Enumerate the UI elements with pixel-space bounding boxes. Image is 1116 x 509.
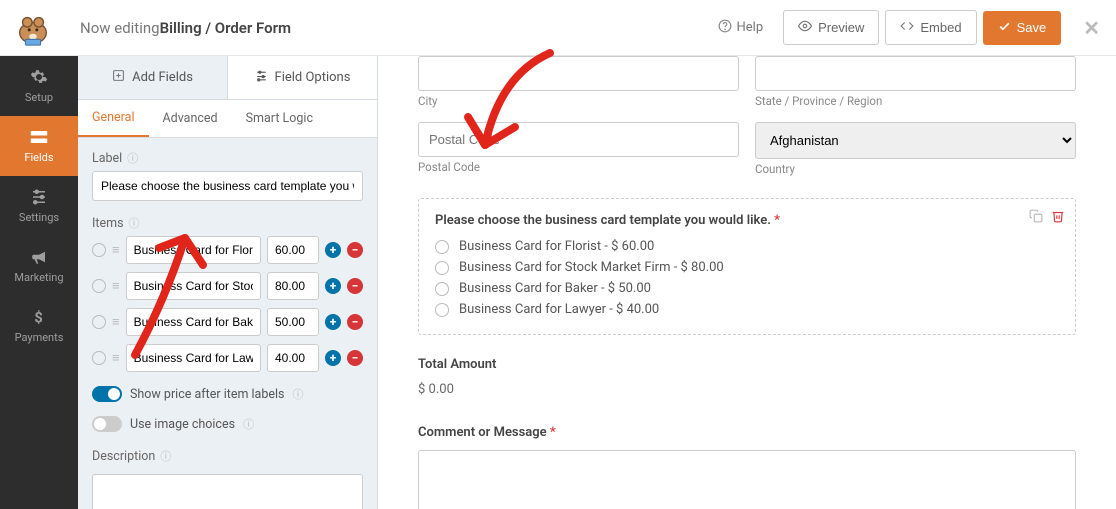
country-label: Country	[755, 162, 1076, 176]
nav-marketing[interactable]: Marketing	[0, 236, 78, 296]
template-choice-block[interactable]: Please choose the business card template…	[418, 198, 1076, 335]
radio-icon	[435, 261, 449, 275]
block-title: Please choose the business card template…	[435, 213, 1059, 228]
help-icon[interactable]: ⓘ	[127, 150, 138, 166]
use-image-toggle[interactable]	[92, 416, 122, 432]
remove-item-button[interactable]: −	[347, 242, 363, 258]
vertical-nav: Setup Fields Settings Marketing $ Paymen…	[0, 56, 78, 509]
option-item[interactable]: Business Card for Lawyer - $ 40.00	[435, 299, 1059, 320]
add-item-button[interactable]: +	[325, 350, 341, 366]
radio-icon	[435, 282, 449, 296]
drag-handle-icon[interactable]: ≡	[112, 280, 120, 293]
remove-item-button[interactable]: −	[347, 314, 363, 330]
help-link[interactable]: Help	[718, 19, 764, 37]
add-item-button[interactable]: +	[325, 242, 341, 258]
option-item[interactable]: Business Card for Baker - $ 50.00	[435, 278, 1059, 299]
show-price-label: Show price after item labels	[130, 387, 285, 402]
subtab-smart-logic[interactable]: Smart Logic	[232, 100, 327, 137]
megaphone-icon	[30, 248, 48, 266]
help-icon	[718, 19, 732, 37]
drag-handle-icon[interactable]: ≡	[112, 316, 120, 329]
country-select[interactable]: Afghanistan	[755, 122, 1076, 159]
item-price-input[interactable]	[267, 308, 319, 336]
check-icon	[998, 20, 1011, 36]
total-label: Total Amount	[418, 357, 1076, 372]
svg-text:$: $	[34, 308, 42, 326]
subtab-general[interactable]: General	[78, 100, 149, 137]
remove-item-button[interactable]: −	[347, 278, 363, 294]
help-icon[interactable]: ⓘ	[293, 386, 304, 402]
title-prefix: Now editing	[80, 19, 160, 37]
sliders-icon	[255, 69, 268, 86]
item-price-input[interactable]	[267, 272, 319, 300]
item-name-input[interactable]	[126, 236, 261, 264]
item-name-input[interactable]	[126, 344, 261, 372]
city-label: City	[418, 94, 739, 108]
comment-textarea[interactable]	[418, 450, 1076, 509]
subtab-advanced[interactable]: Advanced	[149, 100, 232, 137]
state-label: State / Province / Region	[755, 94, 1076, 108]
nav-settings[interactable]: Settings	[0, 176, 78, 236]
description-input[interactable]	[92, 474, 363, 509]
app-logo	[14, 9, 52, 47]
help-icon[interactable]: ⓘ	[160, 448, 171, 464]
total-amount: $ 0.00	[418, 382, 1076, 397]
description-label: Descriptionⓘ	[92, 448, 363, 464]
fields-icon	[30, 128, 48, 146]
plus-square-icon	[112, 69, 125, 86]
postal-label: Postal Code	[418, 160, 739, 174]
item-price-input[interactable]	[267, 236, 319, 264]
code-icon	[900, 19, 914, 36]
item-default-radio[interactable]	[92, 279, 106, 293]
tab-field-options[interactable]: Field Options	[228, 56, 377, 99]
nav-payments[interactable]: $ Payments	[0, 296, 78, 356]
option-item[interactable]: Business Card for Stock Market Firm - $ …	[435, 257, 1059, 278]
help-icon[interactable]: ⓘ	[243, 416, 254, 432]
nav-fields[interactable]: Fields	[0, 116, 78, 176]
item-default-radio[interactable]	[92, 315, 106, 329]
gear-icon	[30, 68, 48, 86]
comment-label: Comment or Message *	[418, 425, 1076, 440]
form-title: Billing / Order Form	[160, 19, 291, 37]
item-default-radio[interactable]	[92, 351, 106, 365]
state-input[interactable]	[755, 56, 1076, 91]
item-name-input[interactable]	[126, 272, 261, 300]
label-input[interactable]	[92, 171, 363, 201]
use-image-label: Use image choices	[130, 417, 235, 432]
item-default-radio[interactable]	[92, 243, 106, 257]
sliders-icon	[30, 188, 48, 206]
add-item-button[interactable]: +	[325, 278, 341, 294]
postal-input[interactable]	[418, 122, 739, 157]
remove-item-button[interactable]: −	[347, 350, 363, 366]
item-row: ≡ + −	[92, 344, 363, 372]
duplicate-icon[interactable]	[1029, 209, 1043, 227]
label-label: Labelⓘ	[92, 150, 363, 166]
show-price-toggle[interactable]	[92, 386, 122, 402]
add-item-button[interactable]: +	[325, 314, 341, 330]
preview-button[interactable]: Preview	[783, 10, 879, 45]
trash-icon[interactable]	[1051, 209, 1065, 227]
item-row: ≡ + −	[92, 236, 363, 264]
items-label: Itemsⓘ	[92, 215, 363, 231]
nav-setup[interactable]: Setup	[0, 56, 78, 116]
tab-add-fields[interactable]: Add Fields	[78, 56, 228, 99]
radio-icon	[435, 303, 449, 317]
dollar-icon: $	[30, 308, 48, 326]
close-icon[interactable]: ✕	[1083, 16, 1100, 40]
form-preview: City State / Province / Region Postal Co…	[378, 56, 1116, 509]
item-row: ≡ + −	[92, 308, 363, 336]
embed-button[interactable]: Embed	[885, 10, 976, 45]
drag-handle-icon[interactable]: ≡	[112, 352, 120, 365]
item-name-input[interactable]	[126, 308, 261, 336]
drag-handle-icon[interactable]: ≡	[112, 244, 120, 257]
help-icon[interactable]: ⓘ	[129, 215, 140, 231]
city-input[interactable]	[418, 56, 739, 91]
item-row: ≡ + −	[92, 272, 363, 300]
save-button[interactable]: Save	[983, 11, 1062, 45]
radio-icon	[435, 240, 449, 254]
option-item[interactable]: Business Card for Florist - $ 60.00	[435, 236, 1059, 257]
side-panel: Add Fields Field Options General Advance…	[78, 56, 378, 509]
item-price-input[interactable]	[267, 344, 319, 372]
eye-icon	[798, 19, 812, 36]
